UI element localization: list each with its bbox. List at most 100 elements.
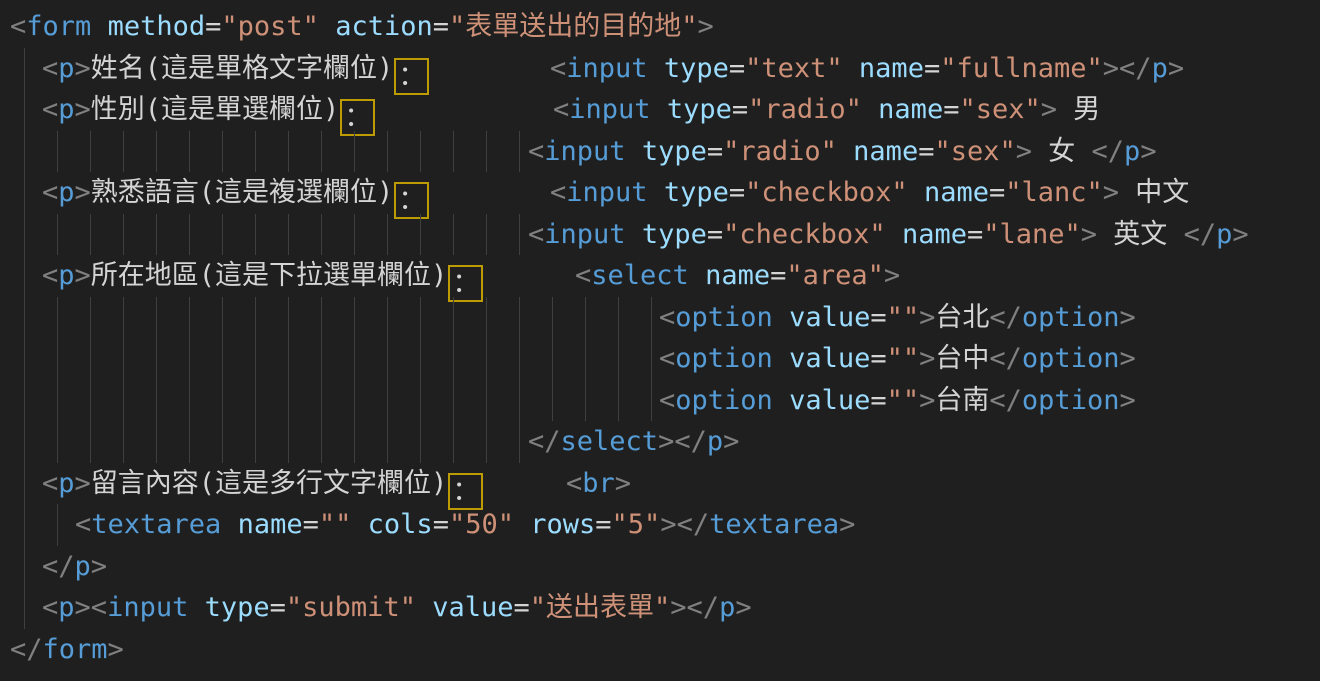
code-token-string: "表單送出的目的地": [449, 11, 698, 42]
code-token-attribute: name: [705, 260, 770, 291]
code-token-punctuation: >: [1103, 177, 1119, 208]
indent-guide: [387, 380, 388, 422]
indent-guide: [189, 297, 190, 339]
code-line: <option value="">台北</option>: [0, 297, 1320, 339]
code-token-text: [416, 592, 432, 623]
indent-guide: [387, 297, 388, 339]
indent-guide: [189, 338, 190, 380]
code-token-tag: input: [107, 592, 188, 623]
indent-guide: [24, 587, 25, 629]
code-token-string: "": [887, 343, 920, 374]
code-token-punctuation: >: [75, 468, 91, 499]
code-line: <input type="checkbox" name="lane"> 英文 <…: [0, 214, 1320, 256]
indent-guide: [420, 131, 421, 173]
indent-guide: [255, 131, 256, 173]
code-line: <textarea name="" cols="50" rows="5"></t…: [0, 504, 1320, 546]
indent-guide: [354, 338, 355, 380]
code-token-text: =: [870, 385, 886, 416]
code-token-tag: textarea: [91, 509, 221, 540]
code-token-punctuation: <: [659, 343, 675, 374]
code-token-text: =: [924, 53, 940, 84]
code-token-text: =: [918, 136, 934, 167]
indent-guide: [420, 214, 421, 256]
code-token-tag: p: [1152, 53, 1168, 84]
code-token-text: [843, 53, 859, 84]
code-token-text: 所在地區(這是下拉選單欄位): [91, 260, 448, 291]
indent-guide: [24, 297, 25, 339]
indent-guide: [288, 297, 289, 339]
indent-guide: [123, 214, 124, 256]
code-token-text: [319, 11, 335, 42]
code-token-punctuation: >: [919, 302, 935, 333]
code-token-punctuation: <: [75, 509, 91, 540]
indent-guide: [552, 338, 553, 380]
code-token-punctuation: >: [75, 94, 91, 125]
indent-guide: [486, 214, 487, 256]
code-editor[interactable]: <form method="post" action="表單送出的目的地"><p…: [0, 0, 1320, 681]
code-token-punctuation: >: [75, 177, 91, 208]
indent-guide: [90, 214, 91, 256]
code-token-text: 台中: [935, 343, 989, 374]
code-token-punctuation: <: [42, 260, 58, 291]
code-line: </p>: [0, 546, 1320, 588]
code-line: </select></p>: [0, 421, 1320, 463]
code-token-tag: p: [58, 260, 74, 291]
indent-guide: [57, 131, 58, 173]
code-token-string: "submit": [286, 592, 416, 623]
indent-guide: [585, 380, 586, 422]
indent-guide: [651, 338, 652, 380]
code-token-text: [648, 177, 664, 208]
code-token-punctuation: <: [566, 468, 582, 499]
code-token-text: [773, 385, 789, 416]
indent-guide: [651, 297, 652, 339]
indent-guide: [90, 297, 91, 339]
code-token-text: 女: [1032, 136, 1092, 167]
code-token-tag: p: [58, 177, 74, 208]
code-token-text: [626, 136, 642, 167]
code-token-tag: p: [58, 592, 74, 623]
code-segment: <p>所在地區(這是下拉選單欄位)：: [42, 255, 484, 302]
code-token-string: "": [319, 509, 352, 540]
indent-guide: [387, 421, 388, 463]
code-token-tag: select: [561, 426, 659, 457]
indent-guide: [24, 131, 25, 173]
indent-guide: [24, 504, 25, 546]
code-token-string: "送出表單": [530, 592, 671, 623]
code-line: <option value="">台中</option>: [0, 338, 1320, 380]
code-token-punctuation: <: [550, 53, 566, 84]
indent-guide: [288, 421, 289, 463]
code-token-attribute: value: [789, 343, 870, 374]
code-token-punctuation: </: [42, 551, 75, 582]
code-token-attribute: name: [859, 53, 924, 84]
indent-guide: [486, 421, 487, 463]
code-token-string: "post": [221, 11, 319, 42]
code-segment: <input type="text" name="fullname"></p>: [550, 48, 1184, 90]
code-token-text: =: [205, 11, 221, 42]
code-token-punctuation: <: [91, 592, 107, 623]
indent-guide: [255, 297, 256, 339]
code-token-string: "radio": [723, 136, 837, 167]
code-token-attribute: value: [789, 385, 870, 416]
code-token-text: 熟悉語言(這是複選欄位): [91, 177, 394, 208]
indent-guide: [90, 380, 91, 422]
indent-guide: [222, 380, 223, 422]
code-token-tag: input: [544, 136, 625, 167]
indent-guide: [453, 380, 454, 422]
code-token-text: 男: [1057, 94, 1100, 125]
code-token-tag: p: [58, 468, 74, 499]
code-token-tag: option: [675, 343, 773, 374]
code-token-text: 台北: [935, 302, 989, 333]
code-token-text: 中文: [1119, 177, 1189, 208]
code-token-tag: input: [566, 53, 647, 84]
code-token-attribute: rows: [530, 509, 595, 540]
code-segment: <p>姓名(這是單格文字欄位)：: [42, 48, 430, 95]
indent-guide: [57, 297, 58, 339]
indent-guide: [420, 297, 421, 339]
code-segment: <p>留言內容(這是多行文字欄位)：: [42, 463, 484, 510]
indent-guide: [123, 421, 124, 463]
code-token-punctuation: <: [553, 94, 569, 125]
code-token-string: "lane": [983, 219, 1081, 250]
code-token-punctuation: <: [42, 177, 58, 208]
indent-guide: [321, 338, 322, 380]
indent-guide: [24, 338, 25, 380]
